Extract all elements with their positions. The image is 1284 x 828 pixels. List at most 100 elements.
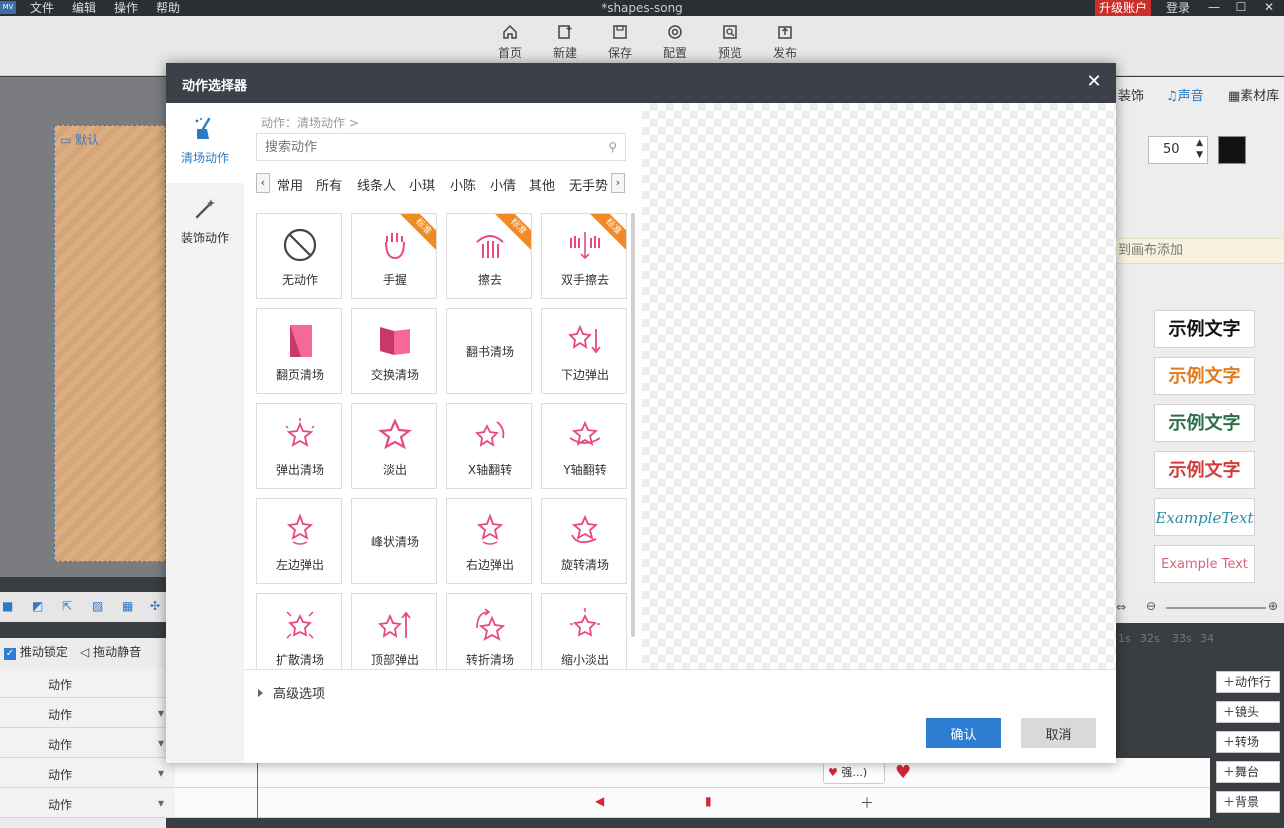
action-card[interactable]: 翻页清场 bbox=[256, 308, 342, 394]
select-icon[interactable]: ▦ bbox=[122, 599, 133, 613]
action-card[interactable]: 顶部弹出 bbox=[351, 593, 437, 669]
minimize-icon[interactable]: — bbox=[1203, 0, 1225, 16]
playhead[interactable] bbox=[257, 788, 258, 818]
trash-icon[interactable]: ▾ bbox=[158, 766, 164, 780]
tool-icon[interactable]: ✣ bbox=[150, 599, 160, 613]
stage-canvas[interactable] bbox=[54, 125, 166, 562]
sidebar-item-clear-actions[interactable]: 清场动作 bbox=[166, 103, 244, 183]
timeline-track[interactable]: ◀ ▮ ＋ bbox=[175, 788, 1210, 818]
save-button[interactable]: 保存 bbox=[600, 24, 640, 61]
action-card[interactable]: 标准 双手擦去 bbox=[541, 213, 627, 299]
category-tab[interactable]: 线条人 bbox=[357, 175, 396, 194]
category-tab[interactable]: 小倩 bbox=[490, 175, 516, 194]
category-tab[interactable]: 所有 bbox=[316, 175, 342, 194]
category-tab[interactable]: 小琪 bbox=[409, 175, 435, 194]
search-box[interactable]: ⚲ bbox=[256, 133, 626, 161]
font-sample[interactable]: 示例文字 bbox=[1154, 451, 1255, 489]
fit-icon[interactable]: ⇔ bbox=[1116, 600, 1126, 614]
action-card[interactable]: 左边弹出 bbox=[256, 498, 342, 584]
action-card[interactable]: 淡出 bbox=[351, 403, 437, 489]
zoom-slider[interactable] bbox=[1166, 607, 1266, 609]
stepper-arrows-icon[interactable]: ▲ ▼ bbox=[1196, 137, 1203, 161]
font-sample[interactable]: Example Text bbox=[1154, 545, 1255, 583]
window-close-icon[interactable]: ✕ bbox=[1258, 0, 1280, 16]
action-card[interactable]: 翻书清场 bbox=[446, 308, 532, 394]
confirm-button[interactable]: 确认 bbox=[926, 718, 1001, 748]
zoom-in-icon[interactable]: ⊕ bbox=[1268, 599, 1278, 613]
action-card[interactable]: 标准 手握 bbox=[351, 213, 437, 299]
search-input[interactable] bbox=[257, 134, 597, 160]
heart-icon[interactable]: ♥ bbox=[895, 762, 911, 783]
camera-icon[interactable]: ■ bbox=[2, 599, 13, 613]
close-icon[interactable]: ✕ bbox=[1084, 72, 1104, 92]
action-card[interactable]: 转折清场 bbox=[446, 593, 532, 669]
action-card[interactable]: 旋转清场 bbox=[541, 498, 627, 584]
zoom-out-icon[interactable]: ⊖ bbox=[1146, 599, 1156, 613]
timeline-row[interactable]: 动作 ▾ bbox=[0, 698, 175, 728]
action-card[interactable]: X轴翻转 bbox=[446, 403, 532, 489]
timeline-clip[interactable]: ♥ 强...) bbox=[823, 762, 885, 784]
color-swatch[interactable] bbox=[1218, 136, 1246, 164]
chevron-right-icon[interactable]: › bbox=[611, 173, 625, 193]
trash-icon[interactable]: ▾ bbox=[158, 796, 164, 810]
add-action-row-button[interactable]: ＋动作行 bbox=[1216, 671, 1280, 693]
preview-button[interactable]: 预览 bbox=[710, 24, 750, 61]
grid-scrollbar[interactable] bbox=[631, 213, 635, 637]
action-card[interactable]: 下边弹出 bbox=[541, 308, 627, 394]
breadcrumb[interactable]: 动作：清场动作 > bbox=[261, 114, 359, 131]
add-background-button[interactable]: ＋背景 bbox=[1216, 791, 1280, 813]
maximize-icon[interactable]: ☐ bbox=[1230, 0, 1252, 16]
tab-decoration[interactable]: 装饰 bbox=[1118, 85, 1144, 104]
action-card[interactable]: 弹出清场 bbox=[256, 403, 342, 489]
mask-icon[interactable]: ▨ bbox=[92, 599, 103, 613]
login-link[interactable]: 登录 bbox=[1166, 0, 1190, 16]
font-sample[interactable]: 示例文字 bbox=[1154, 357, 1255, 395]
tab-sound[interactable]: ♫声音 bbox=[1166, 85, 1204, 104]
category-tab[interactable]: 无手势 bbox=[569, 175, 608, 194]
add-keyframe-icon[interactable]: ＋ bbox=[860, 793, 874, 813]
advanced-options-toggle[interactable]: 高级选项 bbox=[258, 683, 325, 702]
font-sample[interactable]: ExampleText bbox=[1154, 498, 1255, 536]
add-camera-button[interactable]: ＋镜头 bbox=[1216, 701, 1280, 723]
action-card[interactable]: 缩小淡出 bbox=[541, 593, 627, 669]
cancel-button[interactable]: 取消 bbox=[1021, 718, 1096, 748]
action-card[interactable]: 无动作 bbox=[256, 213, 342, 299]
tab-assets[interactable]: ▦素材库 bbox=[1228, 85, 1279, 104]
publish-button[interactable]: 发布 bbox=[765, 24, 805, 61]
export-icon[interactable]: ⇱ bbox=[62, 599, 72, 613]
timeline-row[interactable]: 动作 ▾ bbox=[0, 758, 175, 788]
keyframe-icon[interactable]: ▮ bbox=[705, 794, 712, 808]
add-transition-button[interactable]: ＋转场 bbox=[1216, 731, 1280, 753]
edit-icon[interactable]: ◩ bbox=[32, 599, 43, 613]
chevron-left-icon[interactable]: ‹ bbox=[256, 173, 270, 193]
action-card[interactable]: 右边弹出 bbox=[446, 498, 532, 584]
mute-toggle[interactable]: ◁ 拖动静音 bbox=[80, 643, 141, 660]
timeline-row[interactable]: 动作 ▾ bbox=[0, 728, 175, 758]
keyframe-icon[interactable]: ◀ bbox=[595, 794, 604, 808]
plus-icon: ＋ bbox=[1223, 735, 1236, 749]
sidebar-item-decor-actions[interactable]: 装饰动作 bbox=[166, 183, 244, 263]
search-icon[interactable]: ⚲ bbox=[608, 140, 617, 154]
sidebar-item-label: 装饰动作 bbox=[180, 231, 229, 245]
category-tab[interactable]: 小陈 bbox=[450, 175, 476, 194]
home-button[interactable]: 首页 bbox=[490, 24, 530, 61]
size-stepper[interactable]: 50 ▲ ▼ bbox=[1148, 136, 1208, 164]
category-tab[interactable]: 常用 bbox=[277, 175, 303, 194]
action-card[interactable]: 扩散清场 bbox=[256, 593, 342, 669]
trash-icon[interactable]: ▾ bbox=[158, 736, 164, 750]
lock-toggle[interactable]: ✓ 推动锁定 bbox=[4, 643, 68, 660]
config-button[interactable]: 配置 bbox=[655, 24, 695, 61]
trash-icon[interactable]: ▾ bbox=[158, 706, 164, 720]
category-tab[interactable]: 其他 bbox=[529, 175, 555, 194]
action-card[interactable]: 峰状清场 bbox=[351, 498, 437, 584]
action-card[interactable]: 标准 擦去 bbox=[446, 213, 532, 299]
timeline-row[interactable]: 动作 ▾ bbox=[0, 788, 175, 818]
action-card[interactable]: 交换清场 bbox=[351, 308, 437, 394]
add-stage-button[interactable]: ＋舞台 bbox=[1216, 761, 1280, 783]
action-card[interactable]: Y轴翻转 bbox=[541, 403, 627, 489]
font-sample[interactable]: 示例文字 bbox=[1154, 310, 1255, 348]
font-sample[interactable]: 示例文字 bbox=[1154, 404, 1255, 442]
new-button[interactable]: 新建 bbox=[545, 24, 585, 61]
upgrade-button[interactable]: 升级账户 bbox=[1095, 0, 1151, 16]
timeline-row[interactable]: 动作 bbox=[0, 668, 175, 698]
